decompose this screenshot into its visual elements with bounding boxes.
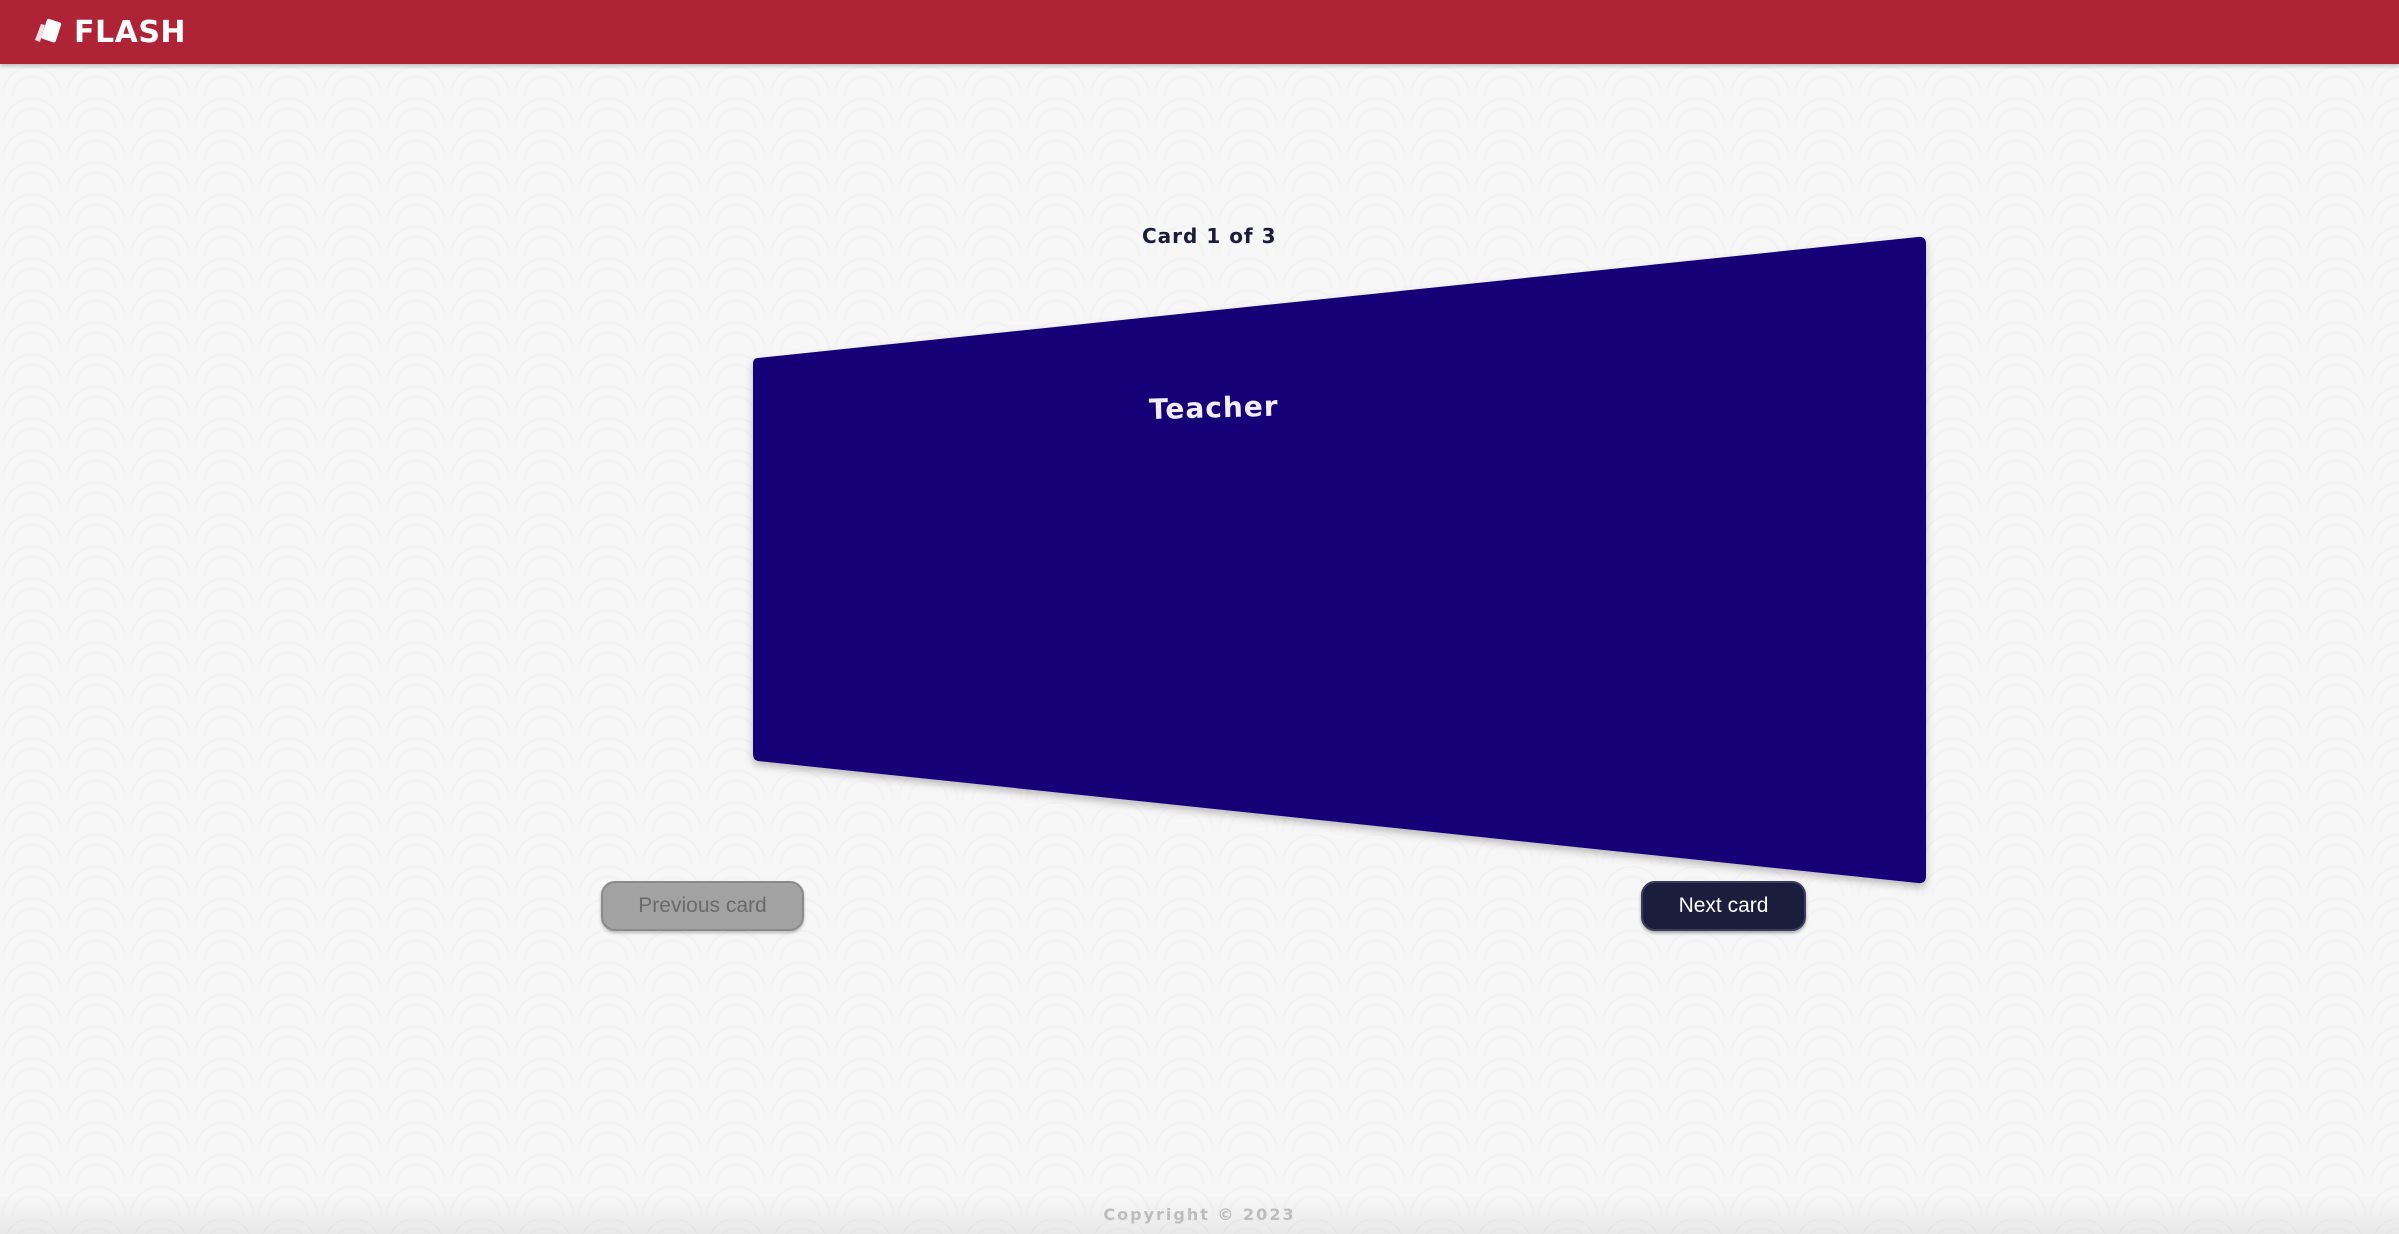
- cards-icon: [35, 18, 62, 43]
- card-front-word: Teacher: [1148, 389, 1279, 426]
- top-navbar: FLASH: [0, 0, 2399, 64]
- brand-link[interactable]: FLASH: [32, 10, 186, 54]
- brand-name: FLASH: [74, 14, 187, 50]
- copyright-text: Copyright © 2023: [1103, 1205, 1296, 1224]
- flashcard-face[interactable]: [600, 236, 1926, 970]
- next-card-button[interactable]: Next card: [1641, 881, 1806, 931]
- flashcard[interactable]: [600, 236, 1926, 970]
- previous-card-button[interactable]: Previous card: [601, 881, 804, 931]
- card-counter: Card 1 of 3: [1142, 224, 1277, 248]
